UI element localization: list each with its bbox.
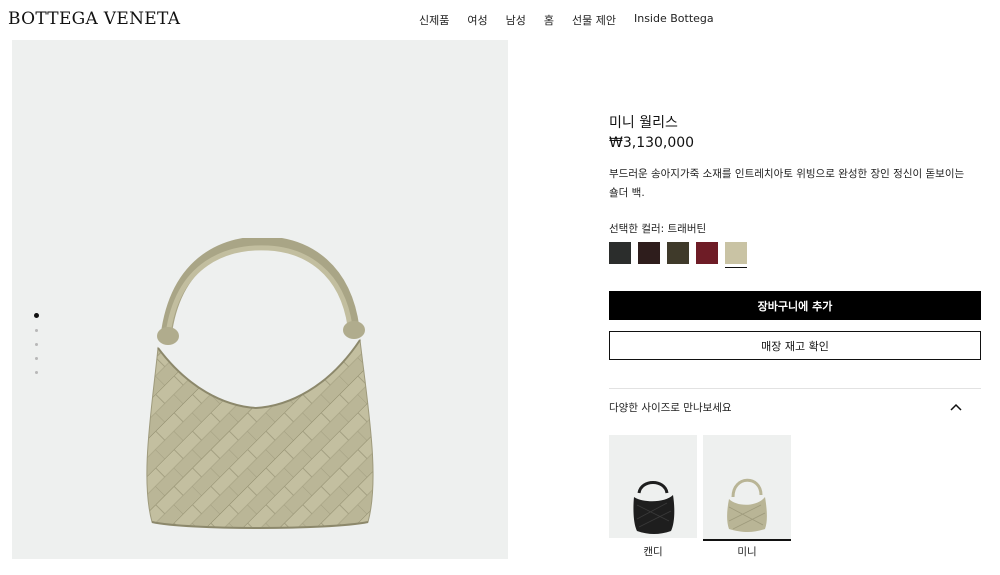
product-image	[146, 238, 374, 529]
nav-item-home[interactable]: 홈	[544, 12, 554, 28]
color-swatch[interactable]	[638, 242, 660, 264]
product-gallery[interactable]	[12, 40, 508, 559]
color-swatch[interactable]	[667, 242, 689, 264]
color-swatch[interactable]	[725, 242, 747, 268]
brand-logo[interactable]: BOTTEGA VENETA	[8, 9, 180, 29]
size-options: 캔디 미니	[609, 435, 797, 559]
size-label: 미니	[737, 546, 757, 558]
size-card-candy[interactable]: 캔디	[609, 435, 697, 559]
divider	[609, 388, 981, 389]
size-thumbnail-image	[727, 478, 767, 532]
size-thumbnail	[609, 435, 697, 538]
size-thumbnail-image	[633, 481, 675, 534]
product-price: ₩3,130,000	[609, 135, 695, 151]
chevron-up-icon	[950, 403, 962, 411]
add-to-cart-button[interactable]: 장바구니에 추가	[609, 291, 981, 320]
gallery-dot[interactable]	[35, 371, 38, 374]
gallery-dot[interactable]	[35, 329, 38, 332]
nav-item-women[interactable]: 여성	[467, 12, 487, 28]
size-thumbnail	[703, 435, 791, 541]
color-swatch[interactable]	[609, 242, 631, 264]
site-header: BOTTEGA VENETA 신제품 여성 남성 홈 선물 제안 Inside …	[0, 0, 1000, 40]
product-description: 부드러운 송아지가죽 소재를 인트레치아토 위빙으로 완성한 장인 정신이 돋보…	[609, 168, 965, 199]
size-card-mini[interactable]: 미니	[703, 435, 791, 559]
color-swatches	[609, 242, 754, 268]
main-nav: 신제품 여성 남성 홈 선물 제안 Inside Bottega	[419, 12, 714, 28]
gallery-pagination	[34, 313, 39, 385]
nav-item-new[interactable]: 신제품	[419, 12, 449, 28]
selected-color-label: 선택한 컬러: 트래버틴	[609, 223, 707, 235]
sizes-header-label: 다양한 사이즈로 만나보세요	[609, 402, 732, 414]
sizes-accordion-header[interactable]: 다양한 사이즈로 만나보세요	[609, 400, 981, 418]
color-swatch[interactable]	[696, 242, 718, 264]
nav-item-inside-bottega[interactable]: Inside Bottega	[634, 12, 714, 28]
check-store-stock-button[interactable]: 매장 재고 확인	[609, 331, 981, 360]
gallery-dot[interactable]	[34, 313, 39, 318]
size-label: 캔디	[643, 546, 663, 558]
product-title: 미니 월리스	[609, 115, 678, 131]
gallery-dot[interactable]	[35, 357, 38, 360]
gallery-dot[interactable]	[35, 343, 38, 346]
nav-item-gifts[interactable]: 선물 제안	[572, 12, 616, 28]
nav-item-men[interactable]: 남성	[506, 12, 526, 28]
